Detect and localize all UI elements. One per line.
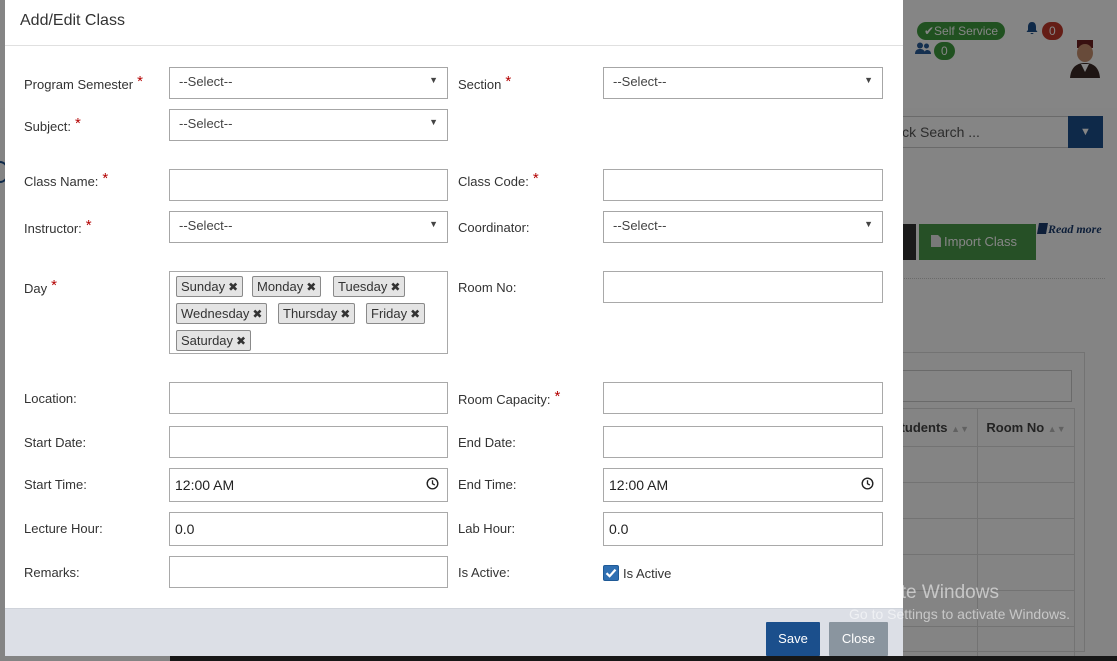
caret-down-icon: ▼: [429, 75, 438, 85]
is-active-label: Is Active:: [458, 565, 511, 580]
start-time-input[interactable]: 12:00 AM: [169, 468, 448, 502]
required-marker: *: [74, 115, 81, 132]
remove-chip-icon[interactable]: ✖: [228, 280, 238, 294]
required-marker: *: [532, 170, 539, 187]
lab-hour-label: Lab Hour:: [458, 521, 516, 536]
day-chip-sunday: Sunday ✖: [176, 276, 244, 297]
day-chip-friday: Friday ✖: [366, 303, 426, 324]
subject-label: Subject: *: [24, 115, 81, 134]
modal-footer: Save Close: [5, 608, 903, 656]
class-name-label: Class Name: *: [24, 170, 109, 189]
section-select[interactable]: --Select-- ▼: [603, 67, 883, 99]
caret-down-icon: ▼: [864, 75, 873, 85]
required-marker: *: [85, 217, 92, 234]
instructor-select[interactable]: --Select-- ▼: [169, 211, 448, 243]
room-capacity-input[interactable]: [603, 382, 883, 414]
caret-down-icon: ▼: [864, 219, 873, 229]
room-capacity-label: Room Capacity: *: [458, 388, 561, 407]
lecture-hour-label: Lecture Hour:: [24, 521, 103, 536]
add-edit-class-modal: Add/Edit Class Program Semester * --Selec…: [5, 0, 903, 656]
remove-chip-icon[interactable]: ✖: [390, 280, 400, 294]
required-marker: *: [51, 277, 57, 294]
required-marker: *: [554, 388, 561, 405]
remove-chip-icon[interactable]: ✖: [340, 307, 350, 321]
required-marker: *: [505, 73, 512, 90]
end-time-input[interactable]: 12:00 AM: [603, 468, 883, 502]
save-button[interactable]: Save: [766, 622, 820, 656]
location-input[interactable]: [169, 382, 448, 414]
start-date-input[interactable]: [169, 426, 448, 458]
clock-icon[interactable]: [426, 477, 439, 490]
start-time-label: Start Time:: [24, 477, 87, 492]
day-chip-monday: Monday ✖: [252, 276, 322, 297]
caret-down-icon: ▼: [429, 117, 438, 127]
modal-header: Add/Edit Class: [5, 0, 903, 46]
location-label: Location:: [24, 391, 77, 406]
remove-chip-icon[interactable]: ✖: [252, 307, 262, 321]
activate-windows-watermark: Activate Windows Go to Settings to activ…: [849, 582, 1070, 622]
remove-chip-icon[interactable]: ✖: [306, 280, 316, 294]
close-button[interactable]: Close: [829, 622, 888, 656]
is-active-checkbox[interactable]: [603, 565, 619, 581]
lab-hour-input[interactable]: 0.0: [603, 512, 883, 546]
remove-chip-icon[interactable]: ✖: [410, 307, 420, 321]
is-active-checkbox-label[interactable]: Is Active: [623, 566, 671, 581]
clock-icon[interactable]: [861, 477, 874, 490]
start-date-label: Start Date:: [24, 435, 87, 450]
instructor-label: Instructor: *: [24, 217, 92, 236]
class-code-input[interactable]: [603, 169, 883, 201]
day-label: Day *: [24, 277, 57, 296]
day-chip-tuesday: Tuesday ✖: [333, 276, 406, 297]
coordinator-label: Coordinator:: [458, 220, 530, 235]
day-multiselect[interactable]: Sunday ✖ Monday ✖ Tuesday ✖ Wednesday ✖ Thur…: [169, 271, 448, 354]
end-date-label: End Date:: [458, 435, 516, 450]
remove-chip-icon[interactable]: ✖: [236, 334, 246, 348]
day-chip-wednesday: Wednesday ✖: [176, 303, 268, 324]
class-name-input[interactable]: [169, 169, 448, 201]
lecture-hour-input[interactable]: 0.0: [169, 512, 448, 546]
program-semester-select[interactable]: --Select-- ▼: [169, 67, 448, 99]
section-label: Section *: [458, 73, 512, 92]
required-marker: *: [137, 73, 143, 90]
watermark-subtitle: Go to Settings to activate Windows.: [849, 606, 1070, 622]
day-chip-saturday: Saturday ✖: [176, 330, 252, 351]
day-chip-thursday: Thursday ✖: [278, 303, 356, 324]
end-time-label: End Time:: [458, 477, 517, 492]
modal-title: Add/Edit Class: [20, 12, 125, 29]
remarks-label: Remarks:: [24, 565, 80, 580]
caret-down-icon: ▼: [429, 219, 438, 229]
class-code-label: Class Code: *: [458, 170, 539, 189]
watermark-title: Activate Windows: [849, 582, 999, 603]
room-no-label: Room No:: [458, 280, 517, 295]
subject-select[interactable]: --Select-- ▼: [169, 109, 448, 141]
remarks-input[interactable]: [169, 556, 448, 588]
room-no-input[interactable]: [603, 271, 883, 303]
coordinator-select[interactable]: --Select-- ▼: [603, 211, 883, 243]
check-icon: [605, 568, 617, 578]
program-semester-label: Program Semester *: [24, 73, 143, 92]
required-marker: *: [102, 170, 109, 187]
end-date-input[interactable]: [603, 426, 883, 458]
